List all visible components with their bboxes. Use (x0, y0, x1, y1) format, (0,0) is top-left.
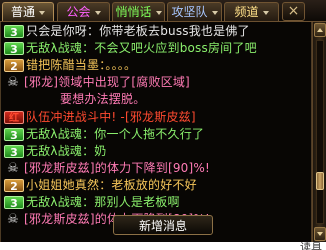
chat-message-text: 无敌λ战魂：不会又吧火应到boss房间了吧 (26, 41, 257, 55)
skull-icon: ☠ (7, 75, 19, 90)
bottom-hint-text: 读具 (300, 241, 322, 250)
chat-message-text: 小姐姐她真然：老板放的好不好 (26, 178, 197, 192)
chevron-down-icon (211, 11, 218, 15)
chat-message-panel[interactable]: 3 只会是你呀：你带老板去buss我也是佛了 3 无敌λ战魂：不会又吧火应到bo… (0, 22, 312, 242)
tab-raid[interactable]: 攻坚队 (167, 2, 222, 21)
chevron-down-icon (155, 11, 162, 15)
chat-message-text: 无敌λ战魂：你一个人拖不久行了 (26, 127, 205, 141)
skull-icon: ☠ (7, 161, 19, 176)
chevron-down-icon (262, 11, 269, 15)
chat-message: 2 小姐姐她真然：老板放的好不好 (4, 178, 310, 193)
chat-message-text: 要想办法摆脱。 (60, 92, 146, 106)
tab-channel-label: 频道 (234, 4, 259, 19)
tab-normal[interactable]: 普通 (2, 2, 54, 21)
level-badge: 3 (4, 196, 24, 210)
level-badge: 2 (4, 179, 24, 193)
tab-guild[interactable]: 公会 (57, 2, 110, 21)
tab-whisper[interactable]: 悄悄话 (112, 2, 165, 21)
chat-message: 2 错把陈醋当墨：。。。。 (4, 58, 310, 73)
chat-message-text: 无敌λ战魂：奶 (26, 144, 107, 158)
tab-guild-label: 公会 (66, 4, 91, 19)
chat-message: 3 无敌λ战魂：那别人是老板啊 (4, 195, 310, 210)
tab-normal-label: 普通 (10, 4, 35, 19)
close-icon: × (287, 3, 300, 19)
level-badge: 3 (4, 128, 24, 142)
close-chat-button[interactable]: × (282, 2, 305, 21)
scroll-up-button[interactable] (314, 23, 326, 37)
chat-message-text: 错把陈醋当墨：。。。。 (26, 58, 137, 72)
chat-message-text: 只会是你呀：你带老板去buss我也是佛了 (26, 24, 250, 38)
scroll-thumb[interactable] (316, 172, 324, 190)
chat-message: 3 只会是你呀：你带老板去buss我也是佛了 (4, 24, 310, 39)
new-message-button[interactable]: 新增消息 (113, 215, 213, 235)
level-badge: 3 (4, 145, 24, 159)
chat-tab-bar: 普通 公会 悄悄话 攻坚队 频道 × (0, 0, 326, 22)
chat-message-text: 无敌λ战魂：那别人是老板啊 (26, 195, 180, 209)
alert-badge: 红 (4, 111, 24, 124)
tab-raid-label: 攻坚队 (171, 4, 208, 19)
chat-message: 3 无敌λ战魂：你一个人拖不久行了 (4, 127, 310, 142)
chat-message: 红 队伍冲进战斗中! -[邪龙斯皮兹] (4, 110, 310, 125)
scroll-track[interactable] (316, 40, 324, 224)
chat-message-text: [邪龙]领域中出现了[腐败区域] (24, 75, 190, 89)
chat-message: 要想办法摆脱。 (60, 92, 310, 107)
chevron-down-icon (39, 11, 45, 15)
tab-channel[interactable]: 频道 (224, 2, 279, 21)
new-message-label: 新增消息 (138, 218, 187, 233)
level-badge: 3 (4, 25, 24, 39)
chat-scrollbar[interactable] (312, 22, 326, 242)
chat-message: ☠ [邪龙斯皮兹]的体力下降到[90]%! (4, 161, 310, 176)
chevron-down-icon (94, 11, 101, 15)
chat-message: 3 无敌λ战魂：奶 (4, 144, 310, 159)
chat-message: 3 无敌λ战魂：不会又吧火应到boss房间了吧 (4, 41, 310, 56)
chat-message: ☠ [邪龙]领域中出现了[腐败区域] (4, 75, 310, 90)
chat-message-text: 队伍冲进战斗中! -[邪龙斯皮兹] (26, 110, 196, 124)
skull-icon: ☠ (7, 212, 19, 227)
level-badge: 2 (4, 59, 24, 73)
bottom-strip: 读具 (0, 241, 326, 250)
tab-whisper-label: 悄悄话 (115, 4, 152, 19)
level-badge: 3 (4, 42, 24, 56)
chat-message-text: [邪龙斯皮兹]的体力下降到[90]%! (24, 161, 211, 175)
